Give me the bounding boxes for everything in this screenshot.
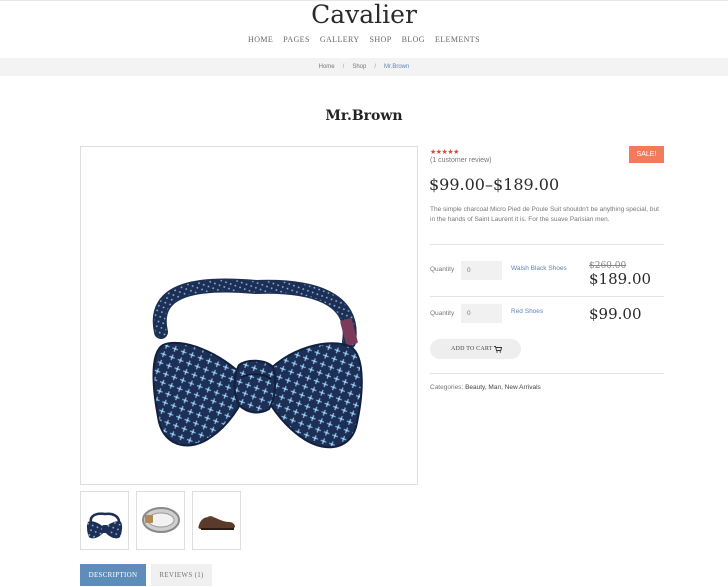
bow-tie-image — [152, 278, 363, 449]
quantity-label: Quantity — [430, 310, 455, 317]
product-link-red-shoes[interactable]: Red Shoes — [511, 308, 543, 315]
quantity-input-walsh[interactable] — [461, 261, 502, 280]
add-to-cart-button[interactable]: ADD TO CART — [430, 339, 521, 359]
breadcrumb-separator: / — [374, 64, 377, 70]
price: $99.00 — [589, 305, 642, 323]
quantity-label: Quantity — [430, 266, 455, 273]
tab-reviews[interactable]: REVIEWS (1) — [151, 564, 212, 586]
main-nav: HOME PAGES GALLERY SHOP BLOG ELEMENTS — [0, 35, 728, 44]
categories: Categories: Beauty, Man, New Arrivals — [430, 384, 541, 391]
site-logo[interactable]: Cavalier — [0, 0, 728, 30]
nav-item-home[interactable]: HOME — [248, 35, 273, 44]
cart-icon — [494, 346, 502, 353]
thumbnail-shoe[interactable] — [192, 491, 241, 550]
nav-item-elements[interactable]: ELEMENTS — [435, 35, 480, 44]
bow-tie-thumb-image — [86, 512, 123, 539]
divider — [430, 244, 664, 245]
tab-description[interactable]: DESCRIPTION — [80, 564, 146, 586]
nav-item-shop[interactable]: SHOP — [370, 35, 392, 44]
breadcrumb: Home / Shop / Mr.Brown — [0, 62, 728, 72]
product-link-walsh-black-shoes[interactable]: Walsh Black Shoes — [511, 265, 567, 272]
breadcrumb-shop[interactable]: Shop — [352, 64, 366, 70]
divider — [430, 296, 664, 297]
shoe-thumb-image — [198, 516, 235, 530]
thumbnail-belt[interactable] — [136, 491, 185, 550]
product-description: The simple charcoal Micro Pied de Poule … — [430, 206, 659, 223]
product-main-image[interactable] — [80, 146, 418, 485]
quantity-input-red[interactable] — [461, 304, 502, 323]
breadcrumb-current: Mr.Brown — [384, 64, 410, 70]
sale-price: $189.00 — [589, 270, 652, 288]
price-range: $99.00–$189.00 — [429, 175, 560, 194]
categories-links[interactable]: Beauty, Man, New Arrivals — [465, 384, 541, 391]
breadcrumb-separator: / — [342, 64, 345, 70]
add-to-cart-label: ADD TO CART — [451, 346, 493, 352]
categories-label: Categories: — [430, 384, 464, 391]
breadcrumb-home[interactable]: Home — [319, 64, 335, 70]
thumbnail-bow-tie[interactable] — [80, 491, 129, 550]
divider — [430, 373, 664, 374]
nav-item-gallery[interactable]: GALLERY — [320, 35, 360, 44]
nav-item-pages[interactable]: PAGES — [283, 35, 310, 44]
breadcrumb-bar: Home / Shop / Mr.Brown — [0, 58, 728, 76]
nav-item-blog[interactable]: BLOG — [402, 35, 425, 44]
belt-thumb-image — [142, 507, 180, 533]
page-title: Mr.Brown — [325, 108, 403, 124]
sale-badge: SALE! — [629, 146, 664, 163]
rating-stars: ★★★★★ — [430, 149, 459, 156]
review-count-link[interactable]: (1 customer review) — [430, 157, 491, 164]
